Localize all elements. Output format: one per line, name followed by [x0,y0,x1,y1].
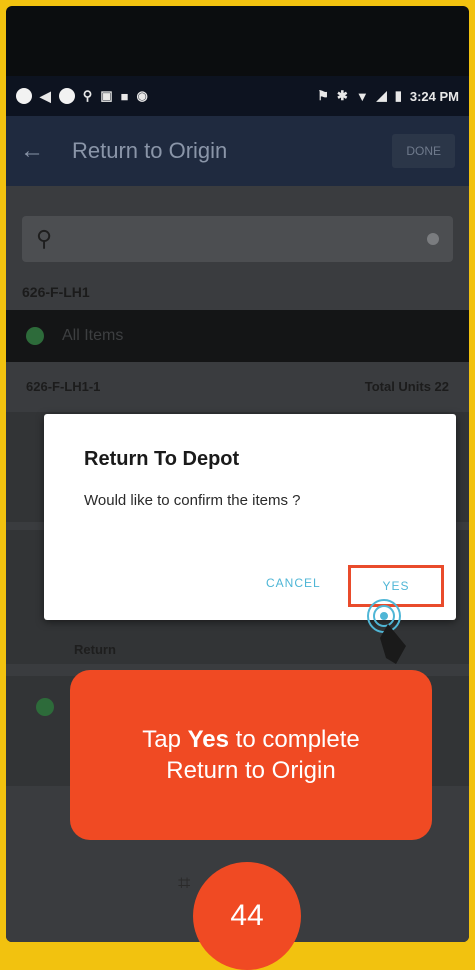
done-button[interactable]: DONE [392,134,455,168]
dialog-message: Would like to confirm the items ? [84,492,301,509]
item-group-header[interactable]: 626-F-LH1-1 Total Units 22 [6,368,469,404]
callout-suffix: to complete [229,726,360,753]
status-bar-right: ⚑ ✱ ▼ ◢ ▮ 3:24 PM [317,88,459,104]
image-icon: ▣ [100,88,113,103]
yes-button-label: YES [382,579,410,593]
status-time: 3:24 PM [409,88,459,104]
page-title: Return to Origin [72,138,228,163]
callout-emphasis: Yes [187,726,230,753]
tap-gesture-icon [367,599,406,664]
signal-icon: ⚲ [82,88,93,103]
confirm-dialog: Return To Depot Would like to confirm th… [44,414,456,620]
location-label: 626-F-LH1 [22,284,90,300]
app-bar: ← Return to Origin DONE [6,116,469,186]
status-bar-left: ◀ ⚲ ▣ ■ ◉ [16,88,148,105]
search-input[interactable]: ⚲ [22,216,453,262]
location-icon: ⚑ [317,88,329,103]
list-item-label: Return [74,642,116,657]
step-number-badge: 44 [193,862,301,970]
cellular-icon: ◢ [376,88,387,103]
item-group-id: 626-F-LH1-1 [26,378,101,394]
bluetooth-icon: ✱ [336,88,348,103]
callout-line-1: Tap Yes to complete [142,724,360,755]
callout-prefix: Tap [142,726,188,753]
search-icon: ⚲ [36,226,53,251]
back-triangle-icon: ◀ [40,87,51,104]
status-bar: ◀ ⚲ ▣ ■ ◉ ⚑ ✱ ▼ ◢ ▮ 3:24 PM [6,76,469,116]
check-circle-icon [26,327,44,345]
scan-icon[interactable]: ⌗ [178,870,190,896]
battery-icon: ▮ [394,88,402,103]
clear-icon[interactable] [427,233,439,245]
circle-icon: ◉ [136,88,148,103]
wifi-icon: ▼ [355,88,369,104]
instruction-callout: Tap Yes to complete Return to Origin [70,670,432,840]
notification-dot-icon [16,88,32,104]
arrow-left-icon[interactable]: ← [20,137,44,165]
total-units: Total Units 22 [364,378,449,394]
callout-line-2: Return to Origin [166,757,336,784]
photo-icon: ■ [120,88,129,104]
status-row-label: All Items [62,327,124,344]
dialog-title: Return To Depot [84,448,240,470]
cancel-button[interactable]: CANCEL [266,576,321,590]
check-circle-icon [36,698,54,716]
home-dot-icon [58,88,75,104]
status-row[interactable]: All Items [6,310,469,362]
